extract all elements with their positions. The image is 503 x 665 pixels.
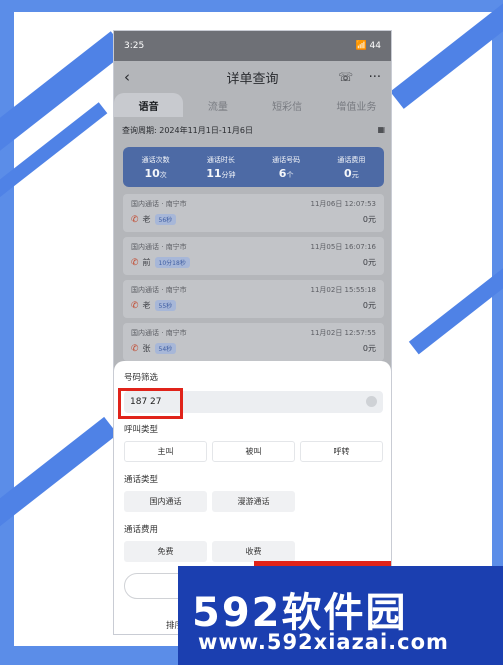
record-name: 老 xyxy=(142,215,151,224)
record-duration: 55秒 xyxy=(154,300,177,311)
summary-unit: 个 xyxy=(286,170,294,179)
record-city: 南宁市 xyxy=(165,329,187,337)
record-cost: 0元 xyxy=(362,215,376,224)
phone-icon: ✆ xyxy=(131,257,139,268)
summary-unit: 分钟 xyxy=(221,170,236,179)
summary-value: 11 xyxy=(206,166,222,180)
record-type: 国内通话 xyxy=(131,200,159,208)
summary-card: 通话次数 10次 通话时长 11分钟 通话号码 6个 通话费用 0元 xyxy=(123,147,384,187)
status-bar: 3:25 📶 44 xyxy=(114,31,391,61)
watermark-banner: 592软件园 www.592xiazai.com xyxy=(178,566,503,665)
page-title: 详单查询 xyxy=(226,71,279,87)
option-roaming[interactable]: 漫游通话 xyxy=(212,491,295,512)
record-city: 南宁市 xyxy=(165,200,187,208)
summary-title: 通话费用 xyxy=(337,155,366,164)
call-record[interactable]: 国内通话 · 南宁市 11月06日 12:07:53 ✆ 老 56秒 0元 xyxy=(123,194,384,232)
tab-voice[interactable]: 语音 xyxy=(114,93,184,117)
summary-title: 通话号码 xyxy=(272,155,301,164)
tab-vas[interactable]: 增值业务 xyxy=(322,93,391,117)
summary-title: 通话次数 xyxy=(141,155,170,164)
call-record[interactable]: 国内通话 · 南宁市 11月02日 15:55:18 ✆ 老 55秒 0元 xyxy=(123,280,384,318)
watermark-url: www.592xiazai.com xyxy=(198,630,449,654)
option-outgoing[interactable]: 主叫 xyxy=(124,441,207,462)
summary-title: 通话时长 xyxy=(206,155,235,164)
period-label: 查询周期: 2024年11月1日-11月6日 xyxy=(122,126,254,135)
call-record[interactable]: 国内通话 · 南宁市 11月05日 16:07:16 ✆ 前 10分18秒 0元 xyxy=(123,237,384,275)
record-duration: 10分18秒 xyxy=(154,257,190,268)
option-paid[interactable]: 收费 xyxy=(212,541,295,562)
summary-value: 0 xyxy=(344,166,352,180)
record-datetime: 11月06日 12:07:53 xyxy=(310,200,376,208)
record-type: 国内通话 xyxy=(131,286,159,294)
summary-item: 通话次数 10次 xyxy=(123,147,188,187)
summary-unit: 次 xyxy=(159,170,167,179)
tab-bar: 语音 流量 短彩信 增值业务 xyxy=(114,93,391,117)
tab-sms[interactable]: 短彩信 xyxy=(253,93,322,117)
option-forward[interactable]: 呼转 xyxy=(300,441,383,462)
status-time: 3:25 xyxy=(124,41,145,51)
phone-icon: ✆ xyxy=(131,343,139,354)
record-name: 张 xyxy=(142,344,151,353)
phone-icon: ✆ xyxy=(131,214,139,225)
phone-screen: 3:25 📶 44 ‹ 详单查询 ☏ ··· 语音 流量 短彩信 增值业务 查询… xyxy=(113,30,392,635)
back-arrow-icon[interactable]: ‹ xyxy=(124,68,130,86)
record-name: 老 xyxy=(142,301,151,310)
query-period: 查询周期: 2024年11月1日-11月6日 ▦ xyxy=(122,125,385,136)
record-duration: 54秒 xyxy=(154,343,177,354)
tab-data[interactable]: 流量 xyxy=(183,93,252,117)
call-type-label: 呼叫类型 xyxy=(124,425,159,435)
summary-item: 通话费用 0元 xyxy=(319,147,384,187)
option-free[interactable]: 免费 xyxy=(124,541,207,562)
talk-type-label: 通话类型 xyxy=(124,475,159,485)
battery-level: 44 xyxy=(369,41,381,51)
record-city: 南宁市 xyxy=(165,243,187,251)
record-city: 南宁市 xyxy=(165,286,187,294)
fee-label: 通话费用 xyxy=(124,525,159,535)
record-type: 国内通话 xyxy=(131,329,159,337)
calendar-icon[interactable]: ▦ xyxy=(377,125,385,136)
record-name: 前 xyxy=(142,258,151,267)
more-button[interactable]: ··· xyxy=(369,70,381,85)
number-filter-label: 号码筛选 xyxy=(124,373,159,383)
nav-bar: ‹ 详单查询 ☏ ··· xyxy=(114,61,391,93)
record-type: 国内通话 xyxy=(131,243,159,251)
record-datetime: 11月02日 12:57:55 xyxy=(310,329,376,337)
summary-unit: 元 xyxy=(351,170,359,179)
option-incoming[interactable]: 被叫 xyxy=(212,441,295,462)
clear-icon[interactable] xyxy=(366,396,377,407)
highlight-box xyxy=(118,388,183,419)
record-datetime: 11月05日 16:07:16 xyxy=(310,243,376,251)
call-record[interactable]: 国内通话 · 南宁市 11月02日 12:57:55 ✆ 张 54秒 0元 xyxy=(123,323,384,361)
option-domestic[interactable]: 国内通话 xyxy=(124,491,207,512)
summary-item: 通话号码 6个 xyxy=(254,147,319,187)
summary-item: 通话时长 11分钟 xyxy=(188,147,253,187)
phone-icon: ✆ xyxy=(131,300,139,311)
record-cost: 0元 xyxy=(362,344,376,353)
record-datetime: 11月02日 15:55:18 xyxy=(310,286,376,294)
record-cost: 0元 xyxy=(362,258,376,267)
record-cost: 0元 xyxy=(362,301,376,310)
summary-value: 10 xyxy=(144,166,160,180)
customer-service-icon[interactable]: ☏ xyxy=(338,70,353,84)
status-icons: 📶 44 xyxy=(355,41,381,51)
record-duration: 56秒 xyxy=(154,214,177,225)
